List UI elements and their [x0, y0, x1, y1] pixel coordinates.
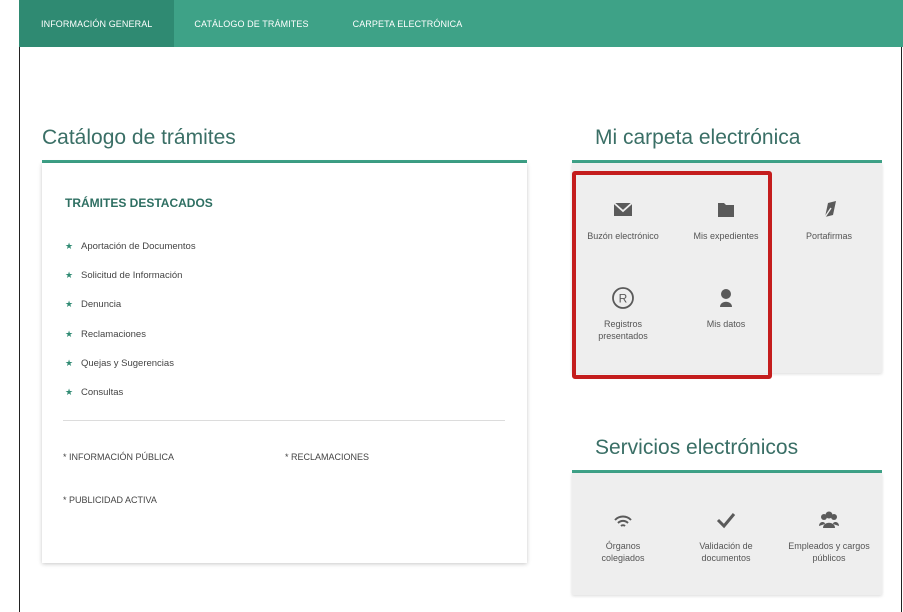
tile-label: Órganos colegiados — [601, 541, 645, 563]
star-icon: ★ — [65, 270, 74, 281]
signature-holder-tile[interactable]: Portafirmas — [779, 198, 879, 242]
signal-icon — [614, 515, 632, 527]
list-item[interactable]: ★ Consultas — [65, 378, 196, 407]
registered-icon: R — [612, 287, 634, 309]
star-icon: ★ — [65, 387, 74, 398]
complaints-link[interactable]: * RECLAMACIONES — [285, 452, 369, 462]
star-icon: ★ — [65, 357, 74, 368]
svg-text:R: R — [619, 292, 628, 306]
list-item[interactable]: ★ Denuncia — [65, 290, 196, 319]
list-item[interactable]: ★ Aportación de Documentos — [65, 232, 196, 261]
featured-procedures-list: ★ Aportación de Documentos ★ Solicitud de … — [65, 232, 196, 407]
electronic-folder-title: Mi carpeta electrónica — [595, 126, 801, 149]
procedure-label: Consultas — [81, 387, 124, 399]
catalog-title: Catálogo de trámites — [42, 126, 236, 149]
tile-label: Portafirmas — [805, 231, 852, 241]
procedure-label: Quejas y Sugerencias — [81, 357, 174, 369]
document-validation-tile[interactable]: Validación de documentos — [676, 508, 776, 564]
nav-tab-general-info[interactable]: INFORMACIÓN GENERAL — [19, 0, 175, 47]
user-icon — [720, 289, 732, 307]
inbox-tile[interactable]: Buzón electrónico — [573, 198, 673, 242]
nav-tab-electronic-folder[interactable]: CARPETA ELECTRÓNICA — [327, 0, 481, 47]
tile-label: Empleados y cargos públicos — [788, 541, 870, 563]
checkmark-icon — [716, 513, 736, 529]
tile-label: Validación de documentos — [699, 541, 753, 563]
star-icon: ★ — [65, 328, 74, 339]
group-icon — [819, 511, 839, 528]
catalog-divider — [63, 420, 505, 421]
tile-label: Registros presentados — [598, 319, 648, 341]
filed-records-tile[interactable]: R Registros presentados — [573, 286, 673, 342]
my-files-tile[interactable]: Mis expedientes — [676, 198, 776, 242]
list-item[interactable]: ★ Reclamaciones — [65, 320, 196, 349]
procedure-label: Solicitud de Información — [81, 270, 183, 282]
list-item[interactable]: ★ Solicitud de Información — [65, 261, 196, 290]
employees-officials-tile[interactable]: Empleados y cargos públicos — [779, 508, 879, 564]
procedure-label: Denuncia — [81, 299, 122, 311]
star-icon: ★ — [65, 299, 74, 310]
my-data-tile[interactable]: Mis datos — [676, 286, 776, 330]
envelope-icon — [613, 202, 633, 216]
active-publicity-link[interactable]: * PUBLICIDAD ACTIVA — [63, 495, 157, 505]
collegiate-bodies-tile[interactable]: Órganos colegiados — [573, 508, 673, 564]
star-icon: ★ — [65, 241, 74, 252]
nav-tab-procedures-catalog[interactable]: CATÁLOGO DE TRÁMITES — [174, 0, 326, 47]
featured-procedures-heading: TRÁMITES DESTACADOS — [65, 196, 213, 210]
tile-label: Buzón electrónico — [587, 231, 659, 241]
top-navbar: INFORMACIÓN GENERAL CATÁLOGO DE TRÁMITES… — [19, 0, 903, 47]
procedure-label: Aportación de Documentos — [81, 241, 196, 253]
list-item[interactable]: ★ Quejas y Sugerencias — [65, 349, 196, 378]
procedure-label: Reclamaciones — [81, 328, 146, 340]
folder-icon — [718, 203, 734, 217]
tile-label: Mis datos — [706, 319, 746, 329]
tile-label: Mis expedientes — [693, 231, 759, 241]
pen-nib-icon — [824, 201, 836, 218]
electronic-services-title: Servicios electrónicos — [595, 436, 799, 459]
public-information-link[interactable]: * INFORMACIÓN PÚBLICA — [63, 452, 174, 462]
